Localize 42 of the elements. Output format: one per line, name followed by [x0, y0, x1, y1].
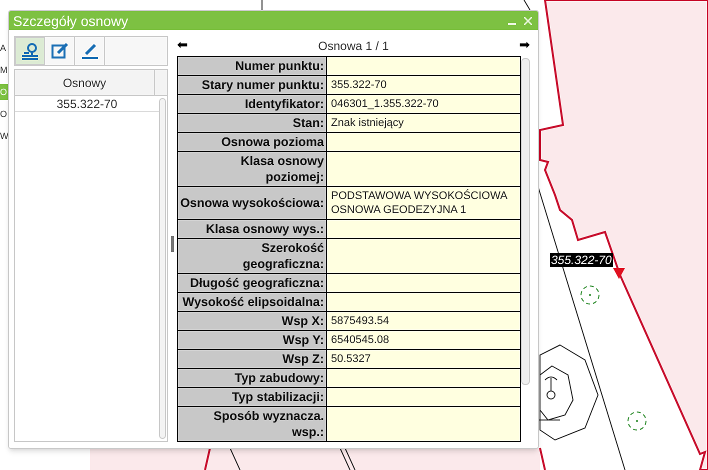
point-label: 355.322-70: [550, 253, 613, 267]
field-label: Wysokość elipsoidalna:: [178, 293, 327, 311]
field-value: PODSTAWOWA WYSOKOŚCIOWA OSNOWA GEODEZYJNA 1: [327, 187, 520, 219]
scrollbar[interactable]: [159, 98, 166, 439]
scrollbar[interactable]: [521, 58, 530, 385]
field-label: Typ zabudowy:: [178, 369, 327, 387]
field-value: 50.5327: [327, 350, 520, 368]
field-label: Stan:: [178, 114, 327, 132]
field-label: Długość geograficzna:: [178, 274, 327, 292]
panel-item[interactable]: A: [0, 40, 9, 56]
panel-item[interactable]: O: [0, 106, 9, 122]
pen-icon: [80, 42, 98, 60]
panel-item[interactable]: W: [0, 128, 9, 144]
next-button[interactable]: ➡: [519, 39, 530, 53]
field-value: 5875493.54: [327, 312, 520, 330]
field-value: 046301_1.355.322-70: [327, 95, 520, 113]
field-label: Wsp Y:: [178, 331, 327, 349]
field-label: Klasa osnowy wys.:: [178, 220, 327, 238]
tool-button[interactable]: [15, 37, 45, 65]
record-counter: Osnowa 1 / 1: [318, 38, 389, 55]
field-label: Typ stabilizacji:: [178, 388, 327, 406]
field-label: Sposób wyznacza. wsp.:: [178, 407, 327, 441]
field-label: Osnowa pozioma: [178, 133, 327, 151]
field-label: Identyfikator:: [178, 95, 327, 113]
field-label: Wsp Z:: [178, 350, 327, 368]
edit-icon: [50, 42, 68, 60]
field-value: Znak istniejący: [327, 114, 520, 132]
field-label: Szerokość geograficzna:: [178, 239, 327, 273]
field-label: Numer punktu:: [178, 57, 327, 75]
field-value: 6540545.08: [327, 331, 520, 349]
survey-point-icon: [20, 42, 40, 60]
panel-item[interactable]: M: [0, 62, 9, 78]
close-icon[interactable]: [524, 16, 532, 24]
column-header: Osnowy: [15, 70, 155, 95]
window-title: Szczegóły osnowy: [13, 12, 128, 30]
field-label: Osnowa wysokościowa:: [178, 187, 327, 219]
field-label: Klasa osnowy poziomej:: [178, 152, 327, 186]
field-label: Wsp X:: [178, 312, 327, 330]
field-value: 355.322-70: [327, 76, 520, 94]
splitter-handle[interactable]: [171, 236, 174, 252]
previous-button[interactable]: ⬅: [177, 39, 188, 53]
field-label: Stary numer punktu:: [178, 76, 327, 94]
